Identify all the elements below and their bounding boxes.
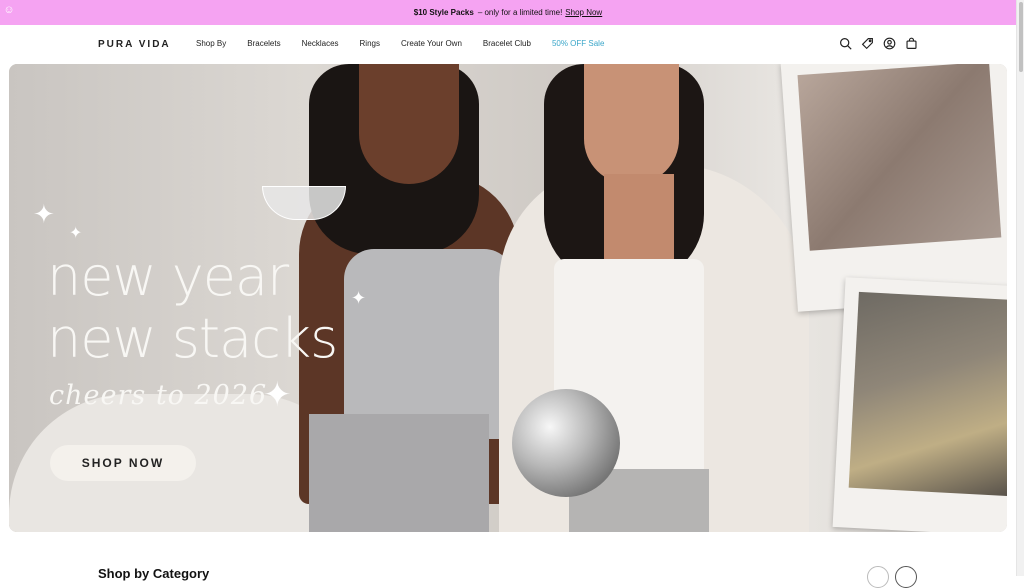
cart-icon[interactable]: [905, 37, 918, 50]
nav-bracelets[interactable]: Bracelets: [247, 39, 280, 48]
tag-icon[interactable]: [861, 37, 874, 50]
hero-banner[interactable]: ✦ ✦ ✦ ✦ new year new stacks cheers to 20…: [9, 64, 1007, 532]
hero-title: new year new stacks: [47, 246, 467, 370]
main-nav: Shop By Bracelets Necklaces Rings Create…: [196, 39, 625, 48]
sparkle-icon: ✦: [263, 376, 292, 414]
header-icons: [839, 37, 918, 50]
hero-title-line-2: new stacks: [47, 307, 338, 370]
page-scrollbar[interactable]: [1016, 0, 1024, 576]
promo-shop-now-link[interactable]: Shop Now: [565, 8, 602, 17]
polaroid-photo-bracelets: [780, 64, 1007, 312]
hero-subtitle: cheers to 2026: [49, 380, 268, 411]
nav-shop-by[interactable]: Shop By: [196, 39, 226, 48]
nav-create-your-own[interactable]: Create Your Own: [401, 39, 462, 48]
promo-banner: ☺ $10 Style Packs – only for a limited t…: [0, 0, 1016, 25]
hero-model-left-face: [359, 64, 459, 184]
accessibility-icon[interactable]: ☺: [3, 4, 15, 16]
hero-title-line-1: new year: [47, 245, 289, 308]
section-title: Shop by Category: [98, 566, 210, 581]
carousel-prev-button[interactable]: [867, 566, 889, 588]
sparkle-icon: ✦: [33, 199, 55, 229]
carousel-next-button[interactable]: [895, 566, 917, 588]
hero-model-left-skirt: [309, 414, 489, 532]
site-header: PURA VIDA Shop By Bracelets Necklaces Ri…: [0, 25, 1016, 63]
disco-ball: [512, 389, 620, 497]
nav-rings[interactable]: Rings: [360, 39, 380, 48]
polaroid-photo-hands: [832, 277, 1007, 532]
sparkle-icon: ✦: [69, 225, 83, 242]
nav-sale[interactable]: 50% OFF Sale: [552, 39, 604, 48]
shop-now-button[interactable]: SHOP NOW: [50, 445, 196, 481]
brand-logo[interactable]: PURA VIDA: [98, 39, 171, 50]
nav-bracelet-club[interactable]: Bracelet Club: [483, 39, 531, 48]
nav-necklaces[interactable]: Necklaces: [302, 39, 339, 48]
promo-text: – only for a limited time!: [477, 8, 563, 17]
promo-highlight: $10 Style Packs: [413, 8, 474, 17]
scrollbar-thumb[interactable]: [1019, 2, 1023, 72]
hero-model-right-face: [584, 64, 679, 184]
search-icon[interactable]: [839, 37, 852, 50]
account-icon[interactable]: [883, 37, 896, 50]
